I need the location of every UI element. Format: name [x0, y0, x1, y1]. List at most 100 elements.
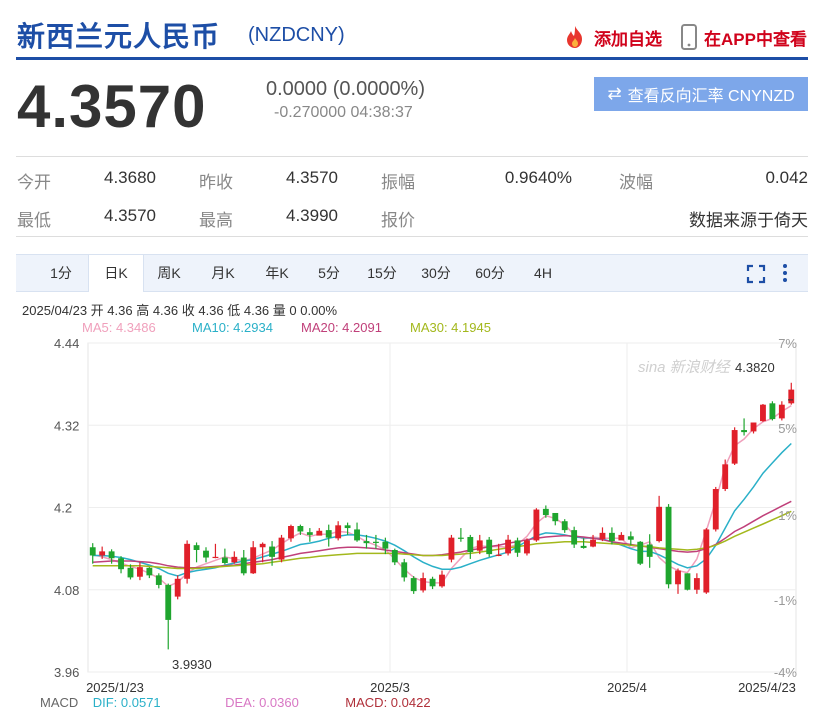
min-price-label: 3.9930	[172, 657, 212, 672]
candle-body	[401, 562, 408, 578]
stat-value-amplitude: 0.9640%	[504, 168, 572, 187]
x-tick-label: 2025/4/23	[738, 680, 796, 694]
ma5-line	[92, 404, 792, 588]
add-favorite-label: 添加自选	[594, 29, 662, 49]
y-tick-label: 4.08	[54, 583, 79, 598]
reverse-rate-label: 查看反向汇率 CNYNZD	[627, 88, 795, 105]
candle-body	[467, 536, 474, 553]
candle-body	[618, 534, 625, 541]
candle-body	[231, 556, 238, 563]
y-tick-label: 3.96	[54, 665, 79, 680]
view-in-app-label: 在APP中查看	[704, 29, 807, 49]
candle-body	[524, 540, 530, 554]
tab-yearly[interactable]: 年K	[252, 255, 302, 291]
candle-body	[420, 578, 427, 591]
candle-body	[646, 544, 653, 557]
candle-body	[344, 525, 351, 529]
ma10-legend: MA10: 4.2934	[192, 320, 273, 335]
candle-body	[372, 541, 379, 543]
candle-body	[608, 532, 615, 542]
tab-5min[interactable]: 5分	[306, 255, 352, 291]
price-change: 0.0000 (0.0000%)	[266, 78, 426, 100]
ma20-line	[92, 500, 792, 569]
stat-value-range: 0.042	[765, 168, 808, 187]
candle-body	[118, 558, 124, 570]
pct-tick-label: 7%	[778, 336, 797, 351]
tab-monthly[interactable]: 月K	[198, 255, 248, 291]
candle-body	[788, 389, 795, 404]
candle-body	[712, 488, 719, 530]
candle-body	[306, 532, 313, 535]
candle-body	[297, 526, 304, 532]
candle-body	[514, 540, 521, 553]
fullscreen-icon[interactable]	[746, 264, 766, 284]
tab-4h[interactable]: 4H	[522, 255, 564, 291]
candle-body	[316, 530, 323, 536]
tab-daily[interactable]: 日K	[88, 255, 144, 292]
candle-body	[552, 512, 559, 522]
candle-body	[599, 532, 606, 540]
stat-label-high: 最高	[199, 211, 233, 230]
candle-body	[335, 525, 342, 539]
ma30-line	[92, 510, 792, 570]
tab-15min[interactable]: 15分	[358, 255, 406, 291]
tab-60min[interactable]: 60分	[466, 255, 514, 291]
stat-value-quote-source: 数据来源于倚天	[689, 211, 808, 230]
pct-tick-label: 5%	[778, 421, 797, 436]
candle-body	[184, 543, 191, 579]
candle-body	[590, 539, 596, 547]
currency-code: (NZDCNY)	[248, 24, 345, 46]
candle-body	[363, 541, 370, 544]
current-price: 4.3570	[17, 73, 207, 140]
candle-body	[656, 506, 663, 542]
candle-body	[457, 537, 464, 539]
candle-body	[665, 506, 672, 585]
more-menu-icon[interactable]	[781, 262, 789, 284]
pct-tick-label: -1%	[774, 593, 798, 608]
candle-body	[155, 575, 162, 585]
y-tick-label: 4.2	[54, 501, 72, 516]
ma-lines	[92, 404, 792, 588]
ma30-legend: MA30: 4.1945	[410, 320, 491, 335]
candle-body	[89, 547, 96, 556]
candle-body	[174, 578, 181, 597]
candle-body	[542, 508, 549, 516]
candle-body	[580, 545, 587, 548]
candle-body	[382, 541, 389, 549]
candle-body	[429, 578, 436, 587]
candle-body	[99, 551, 106, 556]
candle-body	[505, 539, 512, 554]
stat-value-high: 4.3990	[286, 206, 338, 225]
x-tick-label: 2025/4	[607, 680, 647, 694]
sina-watermark: sina 新浪财经	[638, 359, 732, 376]
candle-body	[278, 537, 285, 560]
ohlc-info-line: 2025/04/23 开 4.36 高 4.36 收 4.36 低 4.36 量…	[22, 303, 338, 318]
candle-body	[288, 526, 294, 539]
header-divider	[16, 57, 808, 60]
candle-body	[221, 557, 228, 564]
stats-divider-top	[16, 156, 808, 157]
candle-body	[165, 584, 172, 620]
candlestick-chart[interactable]: sina 新浪财经 4.44 4.32 4.2 4.08 3.96 7% 5% 1% -1% -4…	[0, 334, 824, 694]
axis-labels: 4.44 4.32 4.2 4.08 3.96 7% 5% 1% -1% -4% 2025/1/23…	[54, 336, 797, 694]
candle-body	[146, 567, 153, 576]
candles	[89, 382, 795, 650]
stats-divider-bottom	[16, 236, 808, 237]
reverse-rate-button[interactable]: ⇄ 查看反向汇率 CNYNZD	[594, 77, 808, 111]
candle-body	[439, 574, 445, 587]
candle-body	[750, 422, 757, 432]
candle-body	[203, 550, 209, 558]
candle-body	[240, 557, 247, 574]
page-title: 新西兰元人民币	[17, 21, 221, 52]
tab-1min[interactable]: 1分	[36, 255, 86, 291]
swap-icon: ⇄	[607, 84, 622, 103]
candle-body	[127, 567, 134, 578]
add-favorite-button[interactable]: 添加自选	[562, 24, 662, 50]
stat-label-range: 波幅	[619, 173, 653, 192]
candle-body	[693, 578, 700, 590]
candle-body	[391, 549, 398, 563]
tab-weekly[interactable]: 周K	[144, 255, 194, 291]
view-in-app-button[interactable]: 在APP中查看	[680, 24, 807, 50]
tab-30min[interactable]: 30分	[412, 255, 460, 291]
candle-body	[448, 537, 455, 560]
